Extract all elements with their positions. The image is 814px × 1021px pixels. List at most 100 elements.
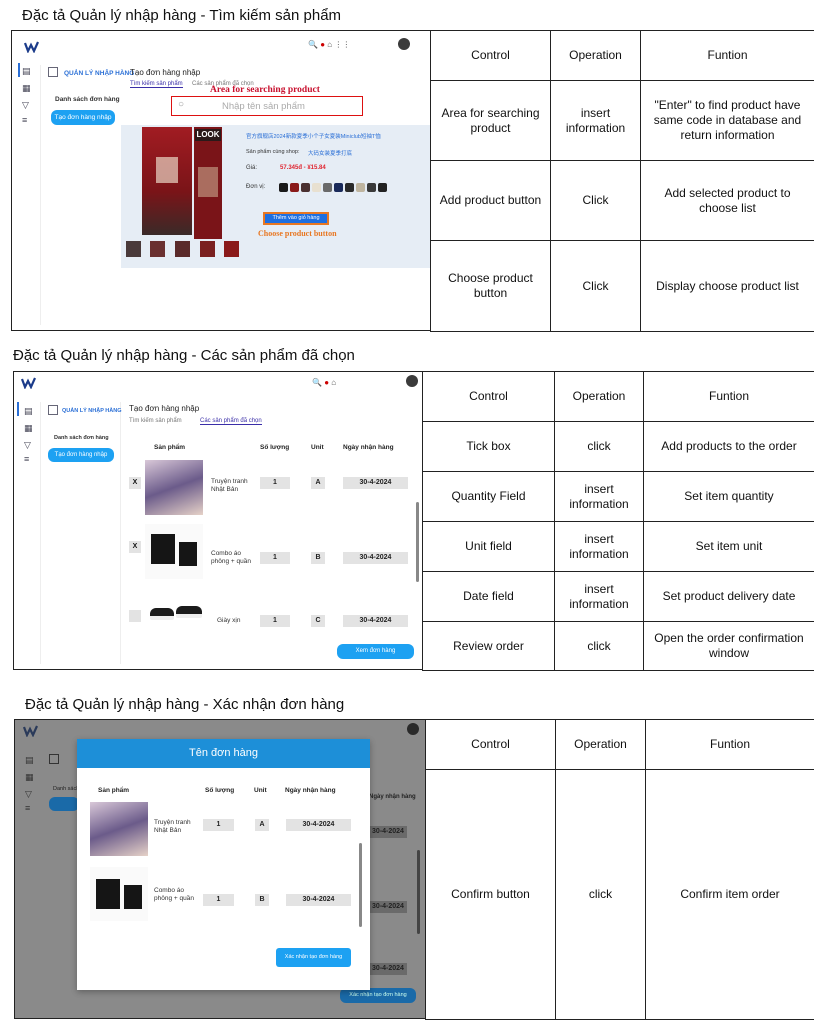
header-operation: Operation xyxy=(555,719,646,770)
spec-cell: Add products to the order xyxy=(643,421,814,472)
avatar[interactable] xyxy=(406,375,418,387)
color-swatch[interactable] xyxy=(323,183,332,192)
quantity-field[interactable]: 1 xyxy=(260,552,290,564)
search-icon[interactable]: 🔍 xyxy=(308,40,318,49)
color-swatch[interactable] xyxy=(279,183,288,192)
avatar[interactable] xyxy=(407,723,419,735)
document-icon[interactable]: ▤ xyxy=(22,66,32,76)
topbar-icons: 🔍 ● ⌂ ⋮⋮ xyxy=(308,40,350,49)
list-icon[interactable]: ≡ xyxy=(25,803,35,813)
color-swatch[interactable] xyxy=(290,183,299,192)
quantity-field[interactable]: 1 xyxy=(260,477,290,489)
funnel-icon[interactable]: ▽ xyxy=(25,789,35,799)
search-input[interactable]: ○ Nhập tên sản phẩm xyxy=(171,96,363,116)
spec-cell: Area for searching product xyxy=(430,80,551,161)
screen-selected-products: 🔍 ● ⌂ ▤ ▦ ▽ ≡ QUẢN LÝ NHẬP HÀNG Danh sác… xyxy=(13,371,423,670)
unit-field[interactable]: C xyxy=(311,615,325,627)
tab-selected-products[interactable]: Các sản phẩm đã chọn xyxy=(200,418,262,425)
module-icon xyxy=(49,754,59,764)
column-product: Sản phẩm xyxy=(154,444,186,451)
sidebar-title: QUẢN LÝ NHẬP HÀNG xyxy=(64,70,135,77)
bell-icon[interactable]: ● xyxy=(324,378,329,387)
product-sub-value[interactable]: 大码女装夏季打底 xyxy=(308,149,352,157)
review-order-button[interactable]: Xem đơn hàng xyxy=(337,644,414,659)
spec-cell: "Enter" to find product have same code i… xyxy=(640,80,814,161)
color-swatch[interactable] xyxy=(345,183,354,192)
spec-table-search: Control Operation Funtion Area for searc… xyxy=(430,30,814,332)
product-image-combo xyxy=(145,524,203,579)
spec-cell: click xyxy=(555,769,646,1020)
create-import-order-button[interactable]: Tạo đơn hàng nhập xyxy=(51,110,115,125)
unit-field[interactable]: A xyxy=(311,477,325,489)
confirm-order-button[interactable]: Xác nhận tạo đơn hàng xyxy=(276,948,351,967)
menu-order-list[interactable]: Danh sách đơn hàng xyxy=(54,435,109,441)
tick-box[interactable]: X xyxy=(129,477,141,489)
confirm-modal: Tên đơn hàng Sản phẩm Số lượng Unit Ngày… xyxy=(77,739,370,990)
create-import-order-button[interactable] xyxy=(49,797,79,811)
spec-cell: insert information xyxy=(554,521,644,572)
header-operation: Operation xyxy=(554,371,644,422)
search-icon[interactable]: 🔍 xyxy=(312,378,322,387)
section-title-search: Đặc tả Quản lý nhập hàng - Tìm kiếm sản … xyxy=(22,7,342,24)
product-image-manga xyxy=(90,802,148,856)
thumbnail-4[interactable] xyxy=(200,241,215,257)
spec-cell: insert information xyxy=(550,80,641,161)
tab-search-product[interactable]: Tìm kiếm sản phẩm xyxy=(129,418,182,424)
thumbnail-1[interactable] xyxy=(126,241,141,257)
modal-scrollbar[interactable] xyxy=(359,843,362,927)
funnel-icon[interactable]: ▽ xyxy=(22,100,32,110)
list-icon[interactable]: ≡ xyxy=(24,454,34,464)
create-import-order-button[interactable]: Tạo đơn hàng nhập xyxy=(48,448,114,462)
calendar-icon[interactable]: ▦ xyxy=(24,423,34,433)
calendar-icon[interactable]: ▦ xyxy=(22,83,32,93)
color-swatch[interactable] xyxy=(378,183,387,192)
color-swatch[interactable] xyxy=(334,183,343,192)
document-icon[interactable]: ▤ xyxy=(25,755,35,765)
document-icon[interactable]: ▤ xyxy=(24,406,34,416)
grid-icon[interactable]: ⋮⋮ xyxy=(334,40,350,49)
product-main-image xyxy=(142,127,192,235)
search-placeholder: Nhập tên sản phẩm xyxy=(222,101,305,112)
list-icon[interactable]: ≡ xyxy=(22,115,32,125)
product-name: Truyện tranh Nhật Bản xyxy=(211,478,248,494)
spec-cell: Confirm button xyxy=(425,769,556,1020)
tick-box[interactable] xyxy=(129,610,141,622)
spec-cell: Set item quantity xyxy=(643,471,814,522)
date-field[interactable]: 30-4-2024 xyxy=(343,552,408,564)
tab-search-product[interactable]: Tìm kiếm sản phẩm xyxy=(130,81,183,88)
menu-order-list[interactable]: Danh sách đơn hàng xyxy=(55,96,120,103)
scrollbar[interactable] xyxy=(416,502,419,582)
thumbnail-5[interactable] xyxy=(224,241,239,257)
date-field[interactable]: 30-4-2024 xyxy=(343,477,408,489)
calendar-icon[interactable]: ▦ xyxy=(25,772,35,782)
product-image-manga xyxy=(145,460,203,515)
color-swatch[interactable] xyxy=(312,183,321,192)
home-icon[interactable]: ⌂ xyxy=(327,40,332,49)
color-swatch[interactable] xyxy=(367,183,376,192)
bell-icon[interactable]: ● xyxy=(320,40,325,49)
bg-scrollbar xyxy=(417,850,420,934)
page-title: Tạo đơn hàng nhập xyxy=(130,68,201,77)
unit-field[interactable]: B xyxy=(311,552,325,564)
column-unit: Unit xyxy=(311,444,324,451)
color-swatch[interactable] xyxy=(301,183,310,192)
product-image-shoes xyxy=(148,600,206,630)
date-field[interactable]: 30-4-2024 xyxy=(343,615,408,627)
avatar[interactable] xyxy=(398,38,410,50)
funnel-icon[interactable]: ▽ xyxy=(24,440,34,450)
thumbnail-3[interactable] xyxy=(175,241,190,257)
bg-column-date: Ngày nhận hàng xyxy=(369,794,416,800)
unit-field: B xyxy=(255,894,269,906)
home-icon[interactable]: ⌂ xyxy=(331,378,336,387)
product-image-combo xyxy=(90,867,148,921)
add-to-cart-button[interactable]: Thêm vào giỏ hàng xyxy=(263,212,329,225)
quantity-field[interactable]: 1 xyxy=(260,615,290,627)
app-logo-icon xyxy=(21,377,37,389)
tick-box[interactable]: X xyxy=(129,541,141,553)
product-name: Giày xịn xyxy=(217,617,241,624)
header-operation: Operation xyxy=(550,30,641,81)
color-swatch[interactable] xyxy=(356,183,365,192)
thumbnail-2[interactable] xyxy=(150,241,165,257)
spec-cell: Review order xyxy=(422,621,555,671)
spec-cell: click xyxy=(554,421,644,472)
